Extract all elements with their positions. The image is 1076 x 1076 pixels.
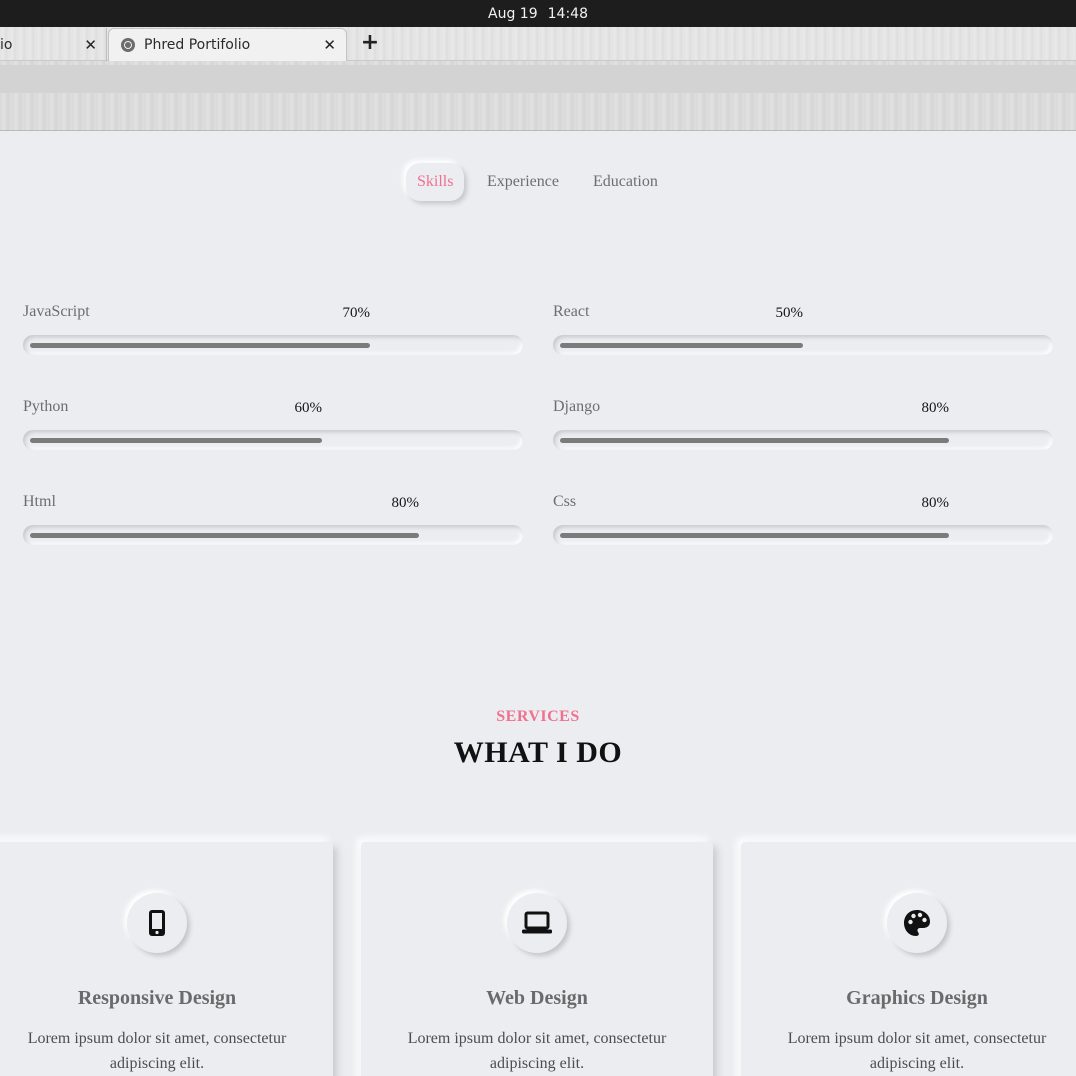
browser-tab-strip: io ✕ Phred Portifolio ✕ + <box>0 27 1076 61</box>
skill-item: Html 80% <box>23 493 523 553</box>
service-name: Responsive Design <box>77 987 237 1009</box>
service-card: Graphics Design Lorem ipsum dolor sit am… <box>741 842 1076 1076</box>
skill-bar <box>553 335 1053 355</box>
skill-bar-fill <box>560 438 949 443</box>
tab-title: Phred Portifolio <box>144 37 251 53</box>
skill-name: JavaScript <box>23 303 90 320</box>
system-date: Aug 19 <box>488 5 538 22</box>
services-title: WHAT I DO <box>453 736 623 769</box>
skill-item: Css 80% <box>553 493 1053 553</box>
skill-item: React 50% <box>553 303 1053 363</box>
skill-item: JavaScript 70% <box>23 303 523 363</box>
skill-bar-fill <box>560 343 803 348</box>
globe-icon <box>121 38 135 52</box>
service-name: Web Design <box>486 987 588 1009</box>
laptop-icon <box>507 893 567 953</box>
skill-item: Django 80% <box>553 398 1053 458</box>
palette-icon <box>887 893 947 953</box>
skill-bar-fill <box>30 343 370 348</box>
skill-percent: 80% <box>921 495 950 511</box>
skill-bar <box>23 335 523 355</box>
skill-bar-fill <box>560 533 949 538</box>
skill-percent: 80% <box>921 400 950 416</box>
new-tab-button[interactable]: + <box>359 32 381 54</box>
mobile-icon <box>127 893 187 953</box>
close-icon[interactable]: ✕ <box>84 36 97 54</box>
skill-bar <box>23 525 523 545</box>
browser-toolbar <box>0 61 1076 131</box>
skill-percent: 60% <box>294 400 323 416</box>
skill-percent: 80% <box>391 495 420 511</box>
system-clock: 14:48 <box>547 5 588 22</box>
browser-tab-previous[interactable]: io ✕ <box>0 28 107 61</box>
skill-name: React <box>553 303 590 320</box>
skill-percent: 70% <box>342 305 371 321</box>
tab-education[interactable]: Education <box>593 163 658 201</box>
skill-bar <box>23 430 523 450</box>
skill-name: Python <box>23 398 69 415</box>
tab-title: io <box>0 36 13 53</box>
service-name: Graphics Design <box>846 987 988 1009</box>
skill-name: Django <box>553 398 601 415</box>
skill-bar <box>553 430 1053 450</box>
service-description: Lorem ipsum dolor sit amet, consectetur … <box>407 1030 667 1072</box>
address-bar[interactable] <box>0 65 1076 93</box>
skill-name: Css <box>553 493 577 510</box>
service-description: Lorem ipsum dolor sit amet, consectetur … <box>27 1030 287 1072</box>
skill-bar <box>553 525 1053 545</box>
service-card: Responsive Design Lorem ipsum dolor sit … <box>0 842 333 1076</box>
services-kicker: SERVICES <box>496 708 580 725</box>
service-card: Web Design Lorem ipsum dolor sit amet, c… <box>361 842 713 1076</box>
browser-tab-active[interactable]: Phred Portifolio ✕ <box>108 28 347 61</box>
tab-experience[interactable]: Experience <box>487 163 559 201</box>
skill-bar-fill <box>30 533 419 538</box>
skill-bar-fill <box>30 438 322 443</box>
skill-percent: 50% <box>775 305 804 321</box>
qualification-tabs: Skills Experience Education <box>0 163 1076 201</box>
close-icon[interactable]: ✕ <box>323 36 336 54</box>
system-top-bar: Aug 19 14:48 <box>0 0 1076 27</box>
skill-item: Python 60% <box>23 398 523 458</box>
skill-name: Html <box>23 493 56 510</box>
service-description: Lorem ipsum dolor sit amet, consectetur … <box>787 1030 1047 1072</box>
tab-skills[interactable]: Skills <box>406 163 465 201</box>
